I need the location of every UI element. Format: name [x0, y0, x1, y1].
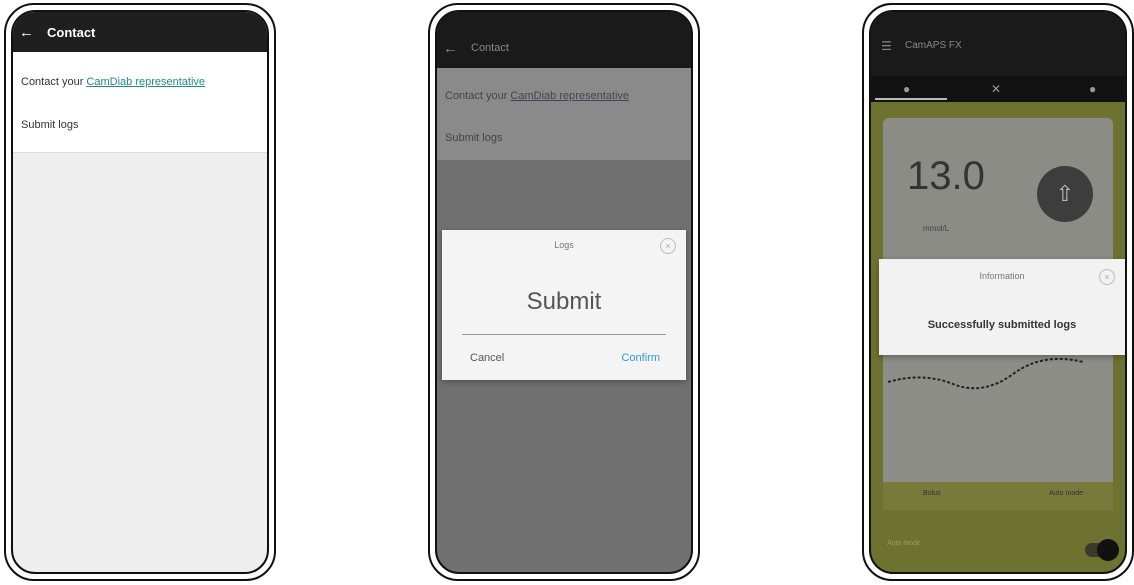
- back-arrow-icon[interactable]: ←: [443, 40, 461, 58]
- close-icon[interactable]: ×: [660, 238, 676, 254]
- phone-information-screen: ☰ CamAPS FX ● ✕ ● 13.0 mmol/L ⇧ Bolus Au…: [862, 3, 1134, 581]
- app-bar: ← Contact: [13, 12, 267, 52]
- status-bar: [437, 12, 691, 26]
- logs-dialog: Logs × Submit Cancel Confirm: [442, 230, 686, 380]
- toggle-label: Auto mode: [887, 540, 921, 547]
- dialog-message: Successfully submitted logs: [927, 319, 1077, 331]
- tab-bar: ● ✕ ●: [871, 76, 1125, 102]
- screen: ☰ CamAPS FX ● ✕ ● 13.0 mmol/L ⇧ Bolus Au…: [869, 10, 1127, 574]
- glucose-chart: [883, 352, 1113, 482]
- glucose-card: 13.0 mmol/L ⇧: [883, 118, 1113, 268]
- list-item-contact: Contact your CamDiab representative: [21, 76, 205, 88]
- dialog-title: Information: [979, 271, 1025, 281]
- list-item-submit-logs[interactable]: Submit logs: [445, 132, 502, 144]
- screen: ← Contact Contact your CamDiab represent…: [435, 10, 693, 574]
- app-bar: ☰ CamAPS FX: [871, 12, 1125, 76]
- representative-link[interactable]: CamDiab representative: [86, 76, 205, 88]
- status-bar: [871, 12, 1125, 26]
- contact-list: Contact your CamDiab representative Subm…: [437, 68, 691, 160]
- cancel-button[interactable]: Cancel: [470, 352, 504, 364]
- contact-prefix: Contact your: [445, 90, 511, 102]
- glucose-unit: mmol/L: [923, 224, 950, 233]
- drop-icon[interactable]: ●: [1089, 82, 1096, 96]
- close-icon[interactable]: ×: [1099, 269, 1115, 285]
- back-arrow-icon[interactable]: ←: [19, 24, 37, 42]
- list-item-submit-logs[interactable]: Submit logs: [21, 119, 78, 131]
- glucose-reading: 13.0: [907, 154, 985, 198]
- contact-list: Contact your CamDiab representative Subm…: [13, 52, 267, 153]
- toggle-knob: [1097, 539, 1119, 561]
- screen: ← Contact Contact your CamDiab represent…: [11, 10, 269, 574]
- close-icon[interactable]: ✕: [991, 82, 1001, 96]
- auto-mode-button[interactable]: Auto mode: [1049, 490, 1083, 497]
- glucose-trace: [887, 357, 1084, 390]
- dialog-title: Logs: [554, 240, 574, 250]
- menu-icon[interactable]: ☰: [881, 39, 892, 53]
- page-title: Contact: [471, 42, 509, 54]
- lock-icon[interactable]: ●: [903, 82, 910, 96]
- tab-indicator: [875, 98, 947, 100]
- bolus-button[interactable]: Bolus: [923, 490, 941, 497]
- list-item-contact: Contact your CamDiab representative: [445, 90, 629, 102]
- contact-prefix: Contact your: [21, 76, 87, 88]
- dialog-submit-text: Submit: [526, 288, 602, 315]
- representative-link[interactable]: CamDiab representative: [510, 90, 629, 102]
- confirm-button[interactable]: Confirm: [621, 352, 660, 364]
- app-bar: ← Contact: [437, 12, 691, 68]
- phone-contact-screen: ← Contact Contact your CamDiab represent…: [4, 3, 276, 581]
- auto-mode-toggle[interactable]: [1085, 539, 1119, 561]
- app-title: CamAPS FX: [905, 40, 962, 51]
- divider: [462, 334, 666, 335]
- trend-arrow-icon: ⇧: [1037, 166, 1093, 222]
- bottom-buttons: Bolus Auto mode: [883, 482, 1113, 510]
- page-title: Contact: [47, 25, 96, 40]
- phone-logs-dialog-screen: ← Contact Contact your CamDiab represent…: [428, 3, 700, 581]
- information-dialog: Information × Successfully submitted log…: [879, 259, 1125, 355]
